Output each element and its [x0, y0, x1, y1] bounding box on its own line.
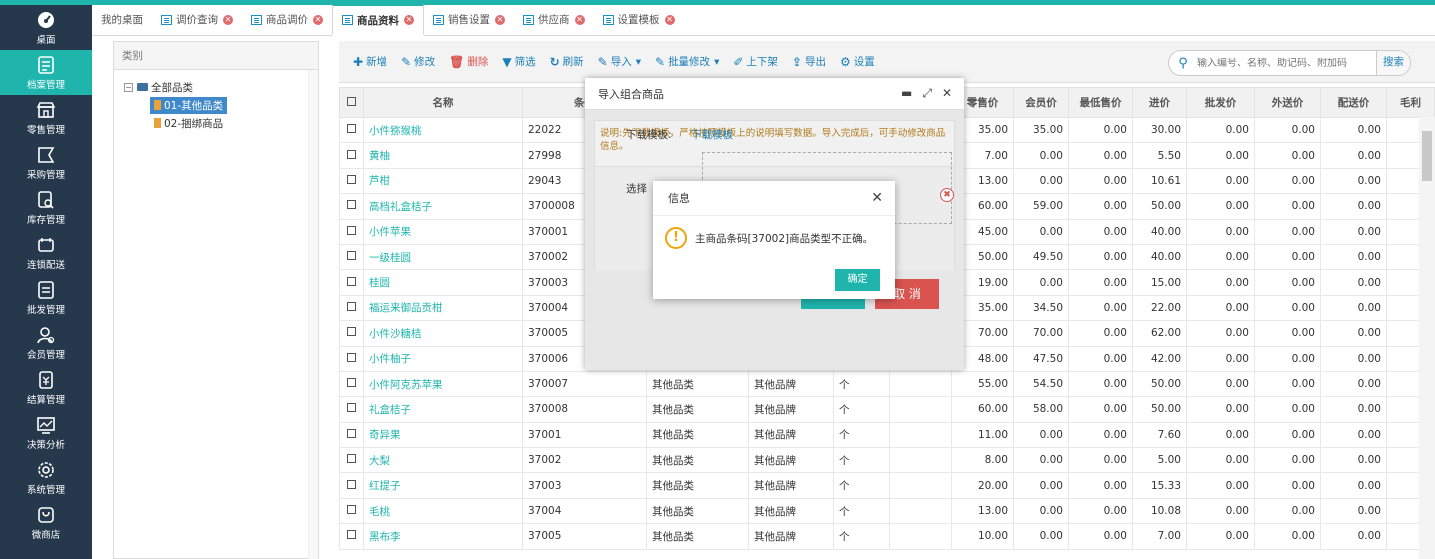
warning-icon: ! [665, 227, 687, 249]
close-icon[interactable]: ✕ [313, 14, 323, 25]
category-header: 类别 [114, 42, 318, 70]
analysis-icon [36, 415, 56, 435]
category-panel: 类别 − 全部品类 01-其他品类 02-捆绑商品 [113, 41, 319, 559]
tab-label: 商品资料 [357, 14, 399, 27]
maximize-icon[interactable]: ⤢ [922, 86, 932, 101]
sidebar-item-label: 采购管理 [26, 169, 65, 181]
message-text: 主商品条码[37002]商品类型不正确。 [695, 232, 874, 245]
member-icon [36, 325, 56, 345]
sidebar-item-label: 档案管理 [26, 79, 65, 91]
delivery-icon [36, 235, 56, 255]
sidebar: 桌面档案管理零售管理采购管理库存管理连锁配送批发管理会员管理结算管理决策分析系统… [0, 0, 92, 559]
close-icon[interactable]: ✕ [404, 15, 414, 25]
tab-label: 调价查询 [176, 14, 218, 26]
tab-label: 我的桌面 [101, 14, 143, 26]
template-label: 下载模板: [626, 129, 672, 141]
archive-icon [36, 55, 56, 75]
tree-node-other[interactable]: 01-其他品类 [124, 96, 318, 114]
table-icon [161, 14, 172, 25]
sidebar-item-label: 零售管理 [26, 124, 65, 136]
table-icon [342, 15, 353, 25]
file-icon [154, 99, 161, 110]
settlement-icon [36, 370, 56, 390]
tree-node-label: 01-其他品类 [150, 96, 228, 114]
tree-root-label: 全部品类 [151, 81, 193, 94]
close-icon[interactable]: ✕ [664, 14, 675, 25]
tab-label: 销售设置 [448, 14, 490, 26]
tree-root[interactable]: − 全部品类 [124, 78, 318, 96]
tab[interactable]: 商品调价 ✕ [242, 4, 332, 35]
close-icon[interactable]: ✕ [495, 14, 505, 25]
minimize-icon[interactable]: ▬ [901, 86, 912, 101]
tab[interactable]: 供应商 ✕ [514, 4, 594, 35]
tab-label: 供应商 [538, 14, 570, 26]
message-ok-button[interactable]: 确定 [835, 269, 880, 291]
table-icon [523, 14, 534, 25]
category-scrollbar[interactable] [308, 70, 318, 559]
sidebar-item-label: 连锁配送 [26, 259, 65, 271]
tab-bar: 我的桌面 调价查询 ✕ 商品调价 ✕ 商品资料 ✕ 销售设置 ✕ 供应商 ✕ 设置模板 ✕ [92, 4, 1435, 36]
collapse-icon[interactable]: − [124, 82, 133, 92]
sidebar-item[interactable]: 采购管理 [0, 140, 92, 185]
sidebar-item-label: 桌面 [36, 34, 56, 46]
tab-label: 设置模板 [617, 14, 660, 26]
select-file-label: 选择 [626, 183, 647, 195]
dashboard-icon [36, 10, 56, 30]
sidebar-item-label: 微商店 [31, 529, 61, 541]
sidebar-item-label: 库存管理 [26, 214, 65, 226]
sidebar-item-label: 系统管理 [26, 484, 65, 496]
file-icon [154, 118, 161, 128]
import-dialog-title: 导入组合商品 [598, 87, 664, 101]
close-icon[interactable]: ✕ [942, 86, 952, 101]
table-icon [433, 14, 444, 25]
category-tree: − 全部品类 01-其他品类 02-捆绑商品 [114, 70, 318, 132]
tab-label: 商品调价 [266, 14, 308, 26]
sidebar-item-label: 结算管理 [26, 394, 65, 406]
sidebar-item[interactable]: 零售管理 [0, 95, 92, 140]
folder-icon [137, 83, 148, 91]
shop-icon [36, 505, 56, 525]
tab[interactable]: 调价查询 ✕ [152, 4, 242, 35]
remove-file-icon[interactable]: ✖ [940, 188, 954, 202]
close-icon[interactable]: ✕ [871, 190, 883, 206]
download-template-link[interactable]: 下载模板 [691, 127, 733, 142]
sidebar-item-label: 批发管理 [26, 304, 65, 316]
sidebar-item[interactable]: 会员管理 [0, 320, 92, 365]
dialog-controls: ▬ ⤢ ✕ [891, 86, 952, 101]
inventory-icon [36, 190, 56, 210]
sidebar-item[interactable]: 库存管理 [0, 185, 92, 230]
sidebar-item[interactable]: 微商店 [0, 500, 92, 545]
tree-node-label: 02-捆绑商品 [164, 117, 224, 130]
message-title: 信息 [653, 181, 895, 216]
tab[interactable]: 商品资料 ✕ [332, 4, 424, 36]
wholesale-icon [36, 280, 56, 300]
settings-icon [36, 460, 56, 480]
message-body: ! 主商品条码[37002]商品类型不正确。 [665, 227, 873, 249]
tab[interactable]: 我的桌面 [92, 4, 152, 35]
info-message-box: 信息 ✕ ! 主商品条码[37002]商品类型不正确。 确定 [653, 181, 895, 299]
sidebar-item[interactable]: 决策分析 [0, 410, 92, 455]
tab[interactable]: 设置模板 ✕ [594, 4, 684, 35]
tab[interactable]: 销售设置 ✕ [424, 4, 514, 35]
sidebar-item[interactable]: 批发管理 [0, 275, 92, 320]
table-icon [602, 14, 614, 25]
sidebar-item[interactable]: 系统管理 [0, 455, 92, 500]
close-icon[interactable]: ✕ [223, 14, 233, 25]
sidebar-item-label: 会员管理 [26, 349, 65, 361]
sidebar-item[interactable]: 连锁配送 [0, 230, 92, 275]
store-icon [36, 100, 56, 120]
sidebar-item[interactable]: 档案管理 [0, 50, 92, 95]
table-icon [251, 14, 262, 25]
tree-node-bundle[interactable]: 02-捆绑商品 [124, 114, 318, 132]
sidebar-item[interactable]: 结算管理 [0, 365, 92, 410]
purchase-icon [36, 145, 56, 165]
sidebar-item-label: 决策分析 [26, 439, 65, 451]
close-icon[interactable]: ✕ [574, 14, 585, 25]
sidebar-item[interactable]: 桌面 [0, 5, 92, 50]
